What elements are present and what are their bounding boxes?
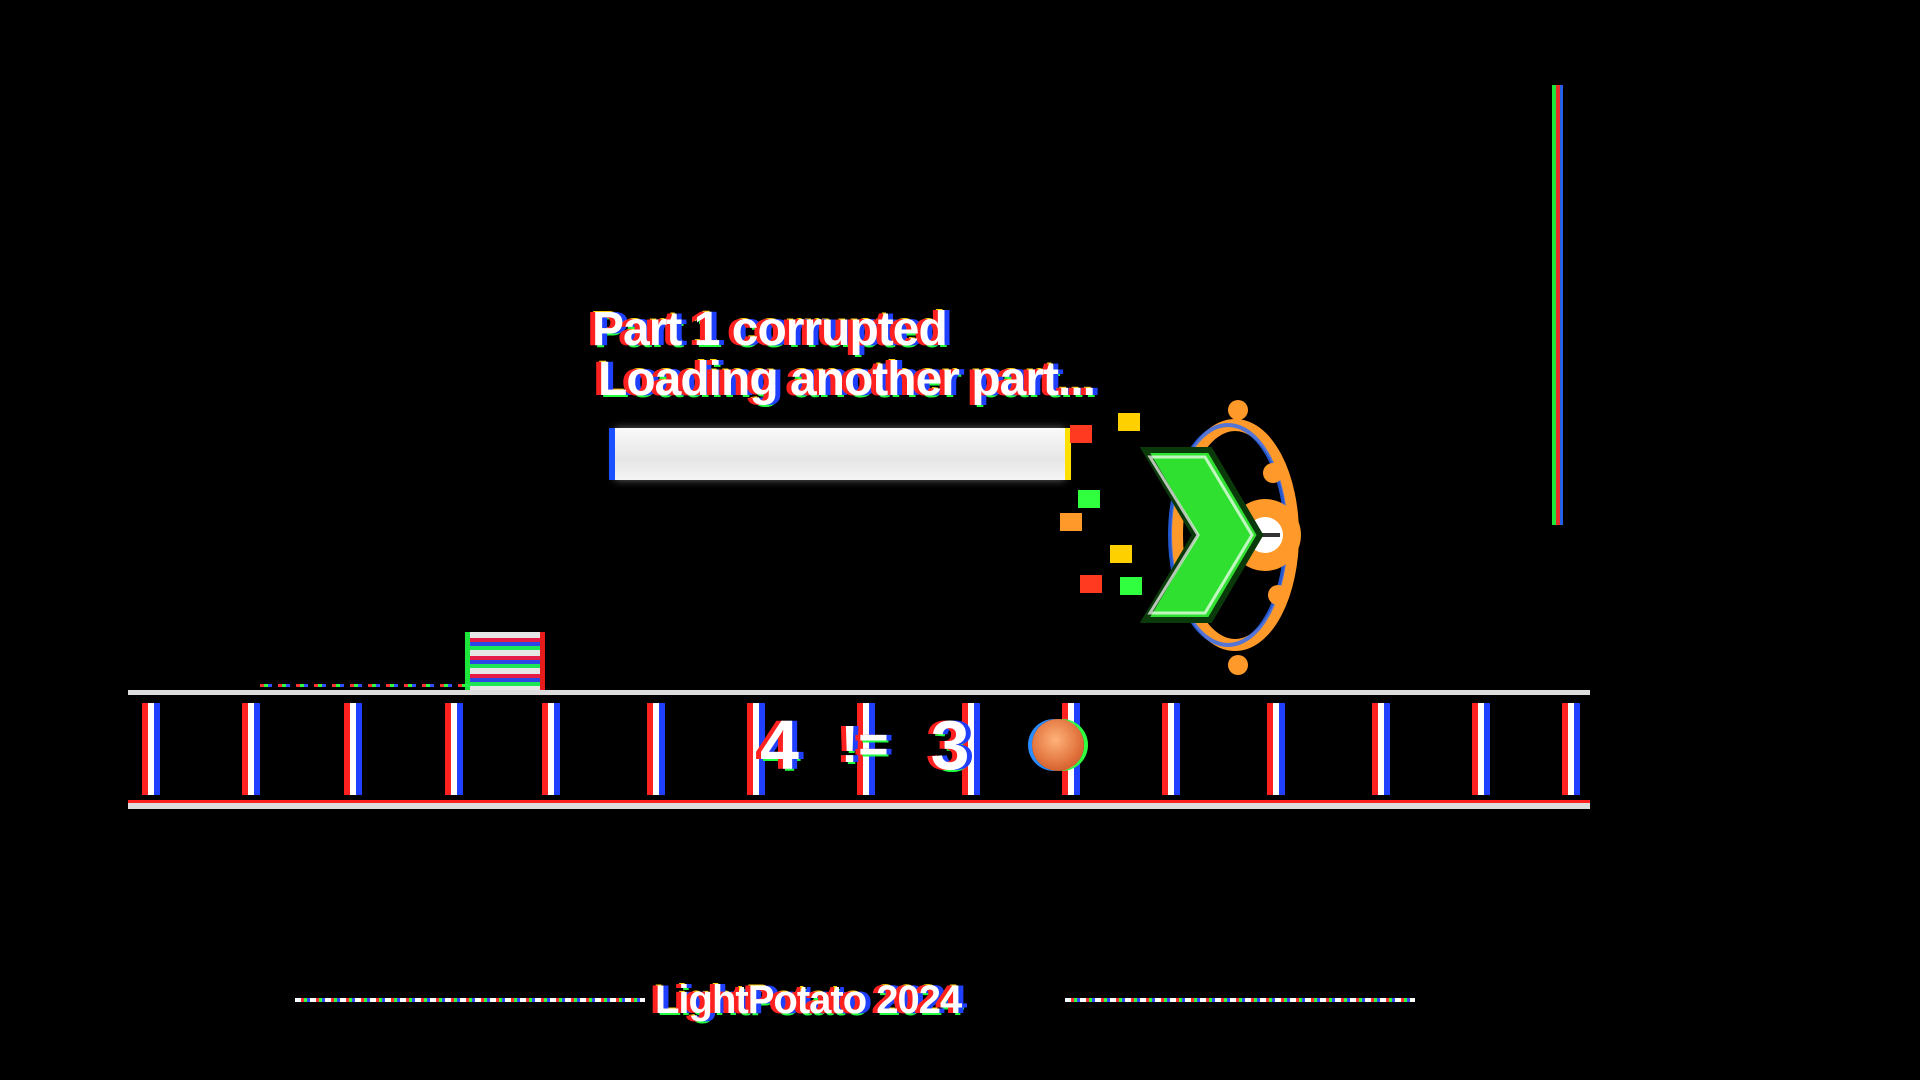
hud-right-value: 3 bbox=[930, 706, 970, 784]
floor-stripe bbox=[248, 703, 254, 795]
floor-stripe bbox=[1378, 703, 1384, 795]
status-corrupted-text: Part 1 corrupted bbox=[592, 303, 948, 356]
hud-comparison: 4 != 3 bbox=[760, 705, 1084, 785]
glitch-side-strip bbox=[1560, 85, 1593, 525]
credit-divider-right bbox=[1065, 998, 1415, 1002]
floor-stripe bbox=[548, 703, 554, 795]
floor-stripe bbox=[753, 703, 759, 795]
game-screen: Part 1 corrupted Loading another part... bbox=[0, 0, 1920, 1080]
floor-stripe bbox=[148, 703, 154, 795]
status-loading-text: Loading another part... bbox=[598, 353, 1096, 406]
loading-progress-fill bbox=[615, 428, 1065, 480]
thruster-particles bbox=[1060, 413, 1142, 595]
floor-stripe bbox=[1568, 703, 1574, 795]
loading-progress-bar bbox=[615, 428, 1065, 480]
floor-stripe bbox=[1168, 703, 1174, 795]
hud-left-value: 4 bbox=[760, 706, 799, 784]
floor-stripe bbox=[653, 703, 659, 795]
floor-stripe bbox=[350, 703, 356, 795]
coin-icon bbox=[1031, 719, 1084, 771]
credit-divider-left bbox=[295, 998, 645, 1002]
glitch-block bbox=[470, 632, 540, 692]
floor-stripe bbox=[451, 703, 457, 795]
credit-text: LightPotato 2024 bbox=[655, 978, 962, 1022]
glitch-noise-line bbox=[260, 684, 470, 687]
character-sprite bbox=[1060, 400, 1301, 675]
hud-operator: != bbox=[840, 716, 889, 774]
character-body bbox=[1139, 400, 1301, 675]
floor-stripe bbox=[1273, 703, 1279, 795]
floor-stripe bbox=[1478, 703, 1484, 795]
